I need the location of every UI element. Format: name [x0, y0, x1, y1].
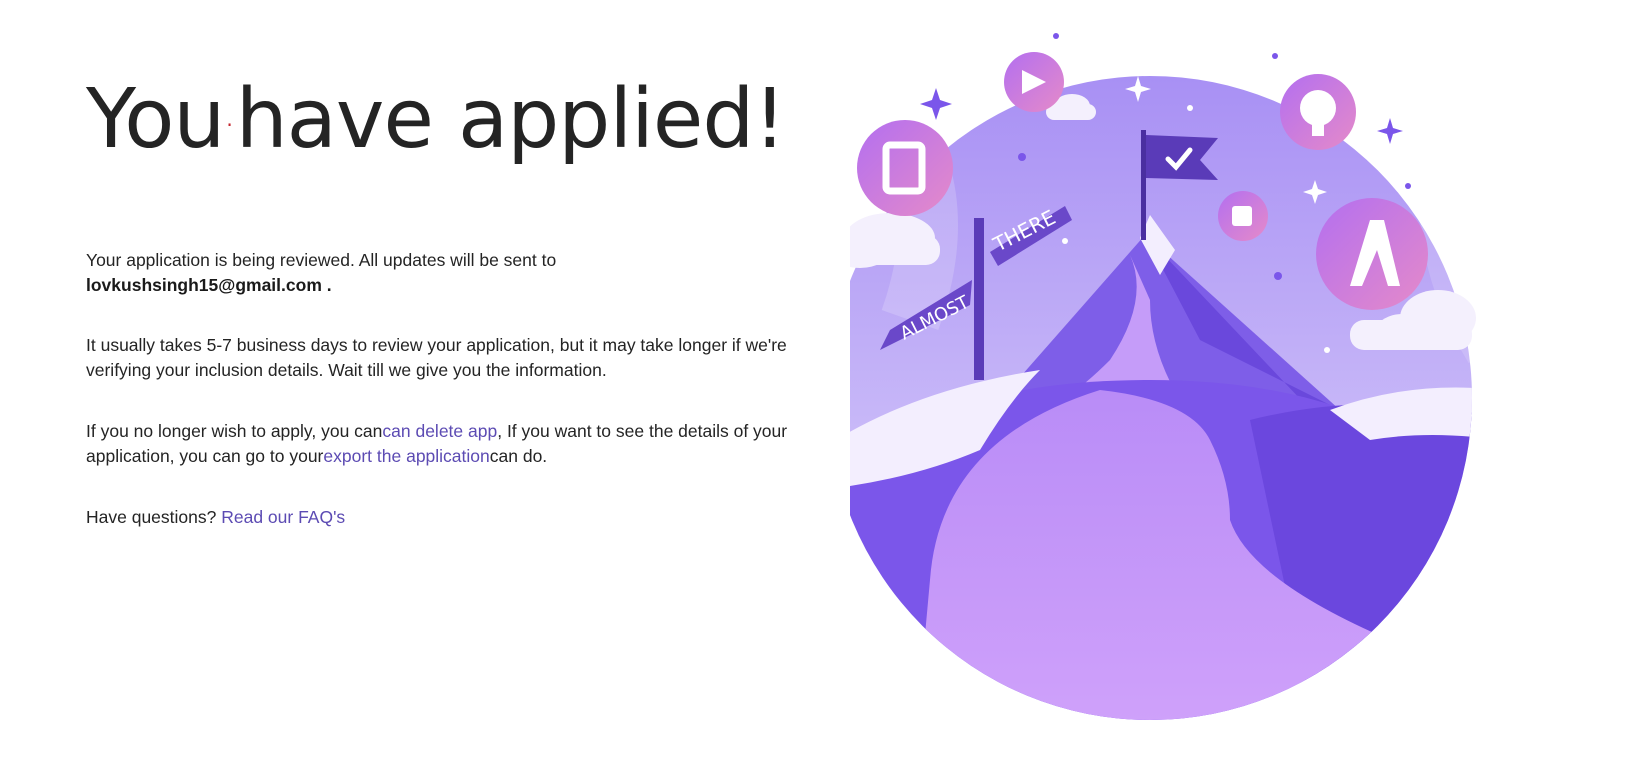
export-application-link[interactable]: export the application [323, 446, 489, 466]
review-status-text: Your application is being reviewed. All … [86, 250, 557, 270]
faq-link[interactable]: Read our FAQ's [221, 507, 345, 527]
title-word-you: You [86, 72, 225, 167]
azure-icon [1316, 198, 1428, 310]
power-apps-icon [1004, 52, 1064, 112]
actions-text-1: If you no longer wish to apply, you can [86, 421, 383, 441]
title-word-rest: have applied! [235, 72, 787, 167]
office-icon [857, 120, 953, 216]
review-status-paragraph: Your application is being reviewed. All … [86, 248, 806, 298]
applicant-email: lovkushsingh15@gmail.com [86, 275, 322, 295]
teams-icon [1218, 191, 1268, 241]
actions-paragraph: If you no longer wish to apply, you canc… [86, 419, 806, 469]
delete-app-link[interactable]: can delete app [382, 421, 497, 441]
faq-question: Have questions? [86, 507, 222, 527]
almost-there-illustration: THERE ALMOST [850, 33, 1476, 720]
page-title: You ·have applied! [86, 72, 787, 167]
email-suffix: . [321, 275, 332, 295]
github-icon [1280, 74, 1356, 150]
timeline-paragraph: It usually takes 5-7 business days to re… [86, 335, 787, 380]
actions-text-3: can do. [489, 446, 548, 466]
faq-paragraph: Have questions? Read our FAQ's [86, 505, 806, 530]
title-dot: · [226, 112, 232, 137]
